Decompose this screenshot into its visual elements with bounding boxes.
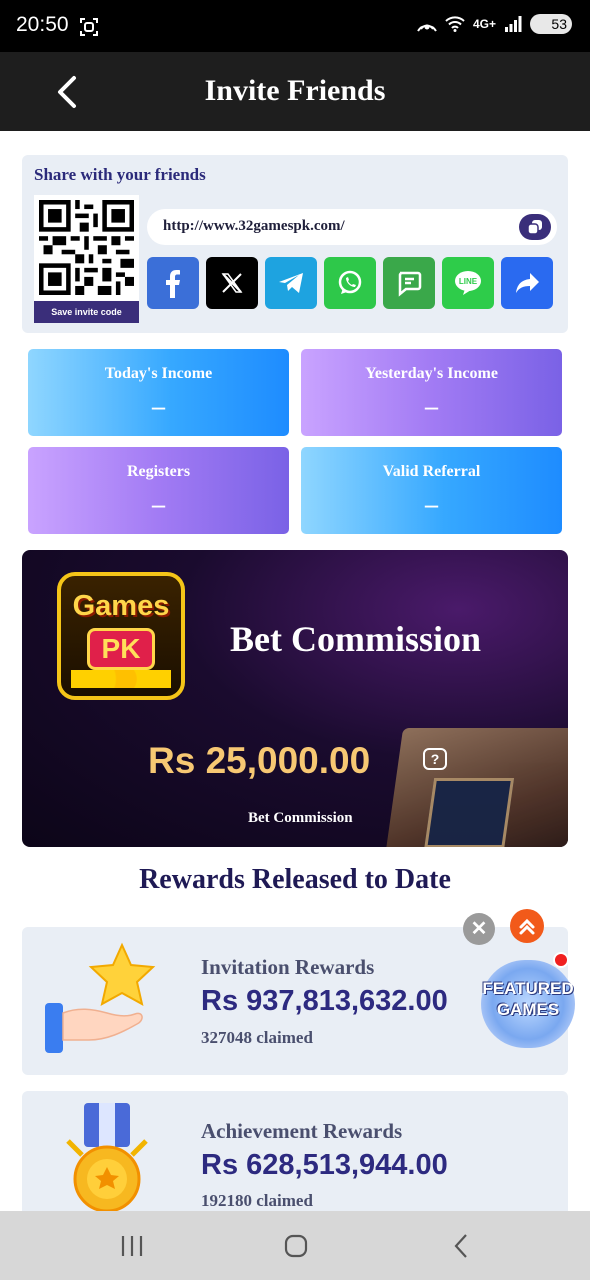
star-hand-icon (45, 942, 156, 1053)
chevron-left-icon (454, 1234, 467, 1258)
notification-dot (553, 952, 569, 968)
more-share-button[interactable] (501, 257, 553, 309)
copy-icon (527, 220, 542, 235)
logo-text-games: Games (72, 590, 170, 622)
home-button[interactable] (276, 1231, 316, 1261)
yesterday-income-label: Yesterday's Income (365, 365, 498, 382)
share-title: Share with your friends (34, 165, 206, 184)
today-income-label: Today's Income (104, 365, 213, 382)
achievement-rewards-card: Achievement Rewards Rs 628,513,944.00 19… (22, 1091, 568, 1221)
line-share-button[interactable]: LINE (442, 257, 494, 309)
x-icon (221, 273, 243, 293)
hotspot-icon (417, 24, 437, 32)
x-share-button[interactable] (206, 257, 258, 309)
invite-qr-code[interactable]: Save invite code (34, 195, 139, 323)
system-nav-bar (0, 1211, 590, 1280)
battery-indicator: 53 (530, 14, 572, 34)
valid-referral-value: – (425, 490, 438, 519)
today-income-value: – (152, 392, 165, 421)
social-share-row: LINE (147, 257, 553, 309)
scroll-to-top-button[interactable] (510, 909, 544, 943)
network-type: 4G+ (472, 17, 496, 31)
signal-icon (505, 16, 522, 32)
reward-claimed: 192180 claimed (201, 1191, 313, 1210)
invite-url: http://www.32gamespk.com/ (163, 218, 345, 234)
reward-claimed: 327048 claimed (201, 1028, 313, 1047)
home-icon (284, 1234, 308, 1258)
facebook-share-button[interactable] (147, 257, 199, 309)
telegram-icon (279, 273, 303, 293)
sms-icon (398, 271, 422, 297)
whatsapp-icon (338, 270, 362, 294)
page-title: Invite Friends (204, 74, 386, 107)
valid-referral-card: Valid Referral – (301, 447, 562, 534)
double-chevron-up-icon (519, 918, 535, 935)
medal-icon (66, 1103, 148, 1213)
games-pk-logo: Games PK (57, 572, 185, 700)
reward-amount: Rs 937,813,632.00 (201, 985, 448, 1017)
copy-link-button[interactable] (519, 214, 551, 240)
sms-share-button[interactable] (383, 257, 435, 309)
registers-value: – (152, 490, 165, 519)
whatsapp-share-button[interactable] (324, 257, 376, 309)
battery-level: 53 (551, 16, 567, 32)
valid-referral-label: Valid Referral (382, 463, 481, 480)
today-income-card: Today's Income – (28, 349, 289, 436)
slot-machine-illustration (384, 728, 568, 847)
registers-label: Registers (126, 463, 191, 480)
help-icon[interactable]: ? (423, 748, 447, 770)
nav-back-button[interactable] (441, 1231, 481, 1261)
close-floating-button[interactable]: ✕ (463, 913, 495, 945)
save-invite-code-button[interactable]: Save invite code (34, 301, 139, 323)
reward-amount: Rs 628,513,944.00 (201, 1149, 448, 1181)
recent-apps-button[interactable] (112, 1231, 152, 1261)
invite-link-field[interactable]: http://www.32gamespk.com/ (147, 209, 557, 245)
status-time: 20:50 (16, 13, 69, 36)
wifi-icon (445, 16, 465, 32)
telegram-share-button[interactable] (265, 257, 317, 309)
featured-games-button[interactable]: FEATURED GAMES (481, 952, 575, 1048)
commission-amount: Rs 25,000.00 (148, 740, 371, 781)
screenshot-icon (80, 18, 98, 36)
line-icon: LINE (455, 271, 481, 295)
share-card: Share with your friends Save invite code… (22, 155, 568, 333)
status-bar: 20:50 4G+ 53 (0, 0, 590, 52)
app-header: Invite Friends (0, 52, 590, 131)
rewards-section-title: Rewards Released to Date (139, 864, 451, 895)
share-icon (516, 273, 539, 293)
logo-text-pk: PK (87, 628, 155, 670)
registers-card: Registers – (28, 447, 289, 534)
commission-subtitle: Bet Commission (248, 810, 353, 826)
featured-label-2: GAMES (496, 1000, 560, 1019)
facebook-icon (166, 270, 180, 298)
reward-title: Invitation Rewards (201, 955, 375, 979)
coins-decoration (71, 670, 171, 688)
yesterday-income-value: – (425, 392, 438, 421)
featured-label-1: FEATURED (482, 979, 574, 998)
qr-code-icon (39, 200, 134, 295)
bet-commission-banner: Games PK Bet Commission Rs 25,000.00 ? B… (22, 550, 568, 847)
svg-text:LINE: LINE (459, 277, 478, 286)
yesterday-income-card: Yesterday's Income – (301, 349, 562, 436)
reward-title: Achievement Rewards (201, 1119, 403, 1143)
commission-title: Bet Commission (230, 619, 481, 659)
recent-apps-icon (121, 1236, 143, 1256)
